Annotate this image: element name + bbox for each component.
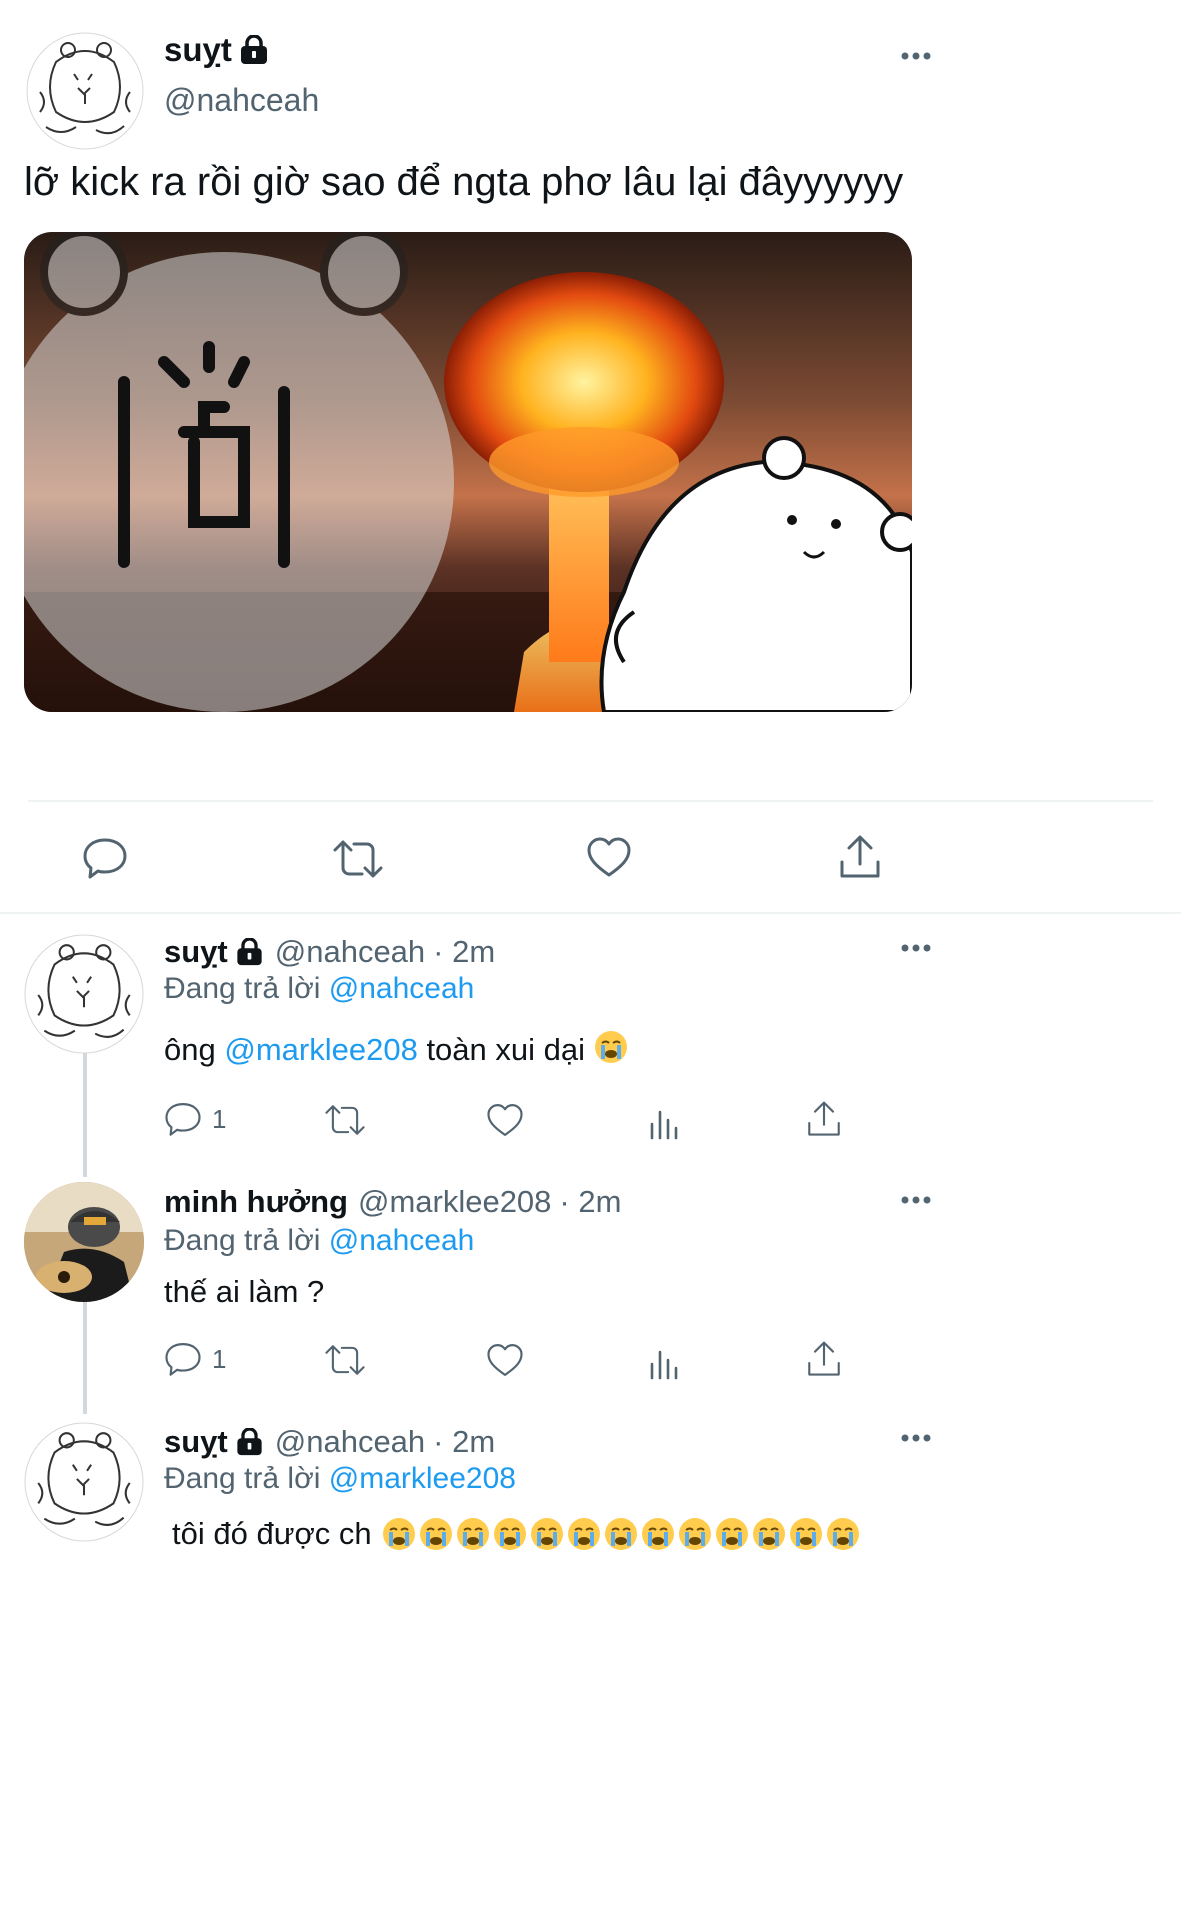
mention-link[interactable]: @marklee208 <box>224 1032 417 1067</box>
loudly-crying-face-icon <box>752 1517 786 1551</box>
replying-to-mention[interactable]: @nahceah <box>329 972 475 1005</box>
replying-to-label: Đang trả lời <box>164 1462 321 1495</box>
heart-icon[interactable] <box>486 1102 524 1138</box>
loudly-crying-face-icon <box>641 1517 675 1551</box>
analytics-icon[interactable] <box>648 1344 682 1380</box>
main-display-name[interactable]: suỵt <box>164 31 232 69</box>
replying-to-mention[interactable]: @marklee208 <box>329 1462 516 1495</box>
reply-avatar[interactable] <box>24 1182 144 1302</box>
replying-to-label: Đang trả lời <box>164 1224 321 1257</box>
loudly-crying-face-icon <box>530 1517 564 1551</box>
loudly-crying-face-icon <box>594 1030 630 1066</box>
lock-icon <box>236 938 263 966</box>
replying-to-mention[interactable]: @nahceah <box>329 1224 475 1257</box>
divider <box>28 800 1153 802</box>
reply-text: toàn xui dại <box>426 1032 585 1067</box>
reply-display-name[interactable]: minh hưởng <box>164 1184 348 1220</box>
loudly-crying-face-icon <box>382 1517 416 1551</box>
loudly-crying-face-icon <box>715 1517 749 1551</box>
retweet-icon[interactable] <box>324 1342 366 1378</box>
main-tweet-avatar[interactable] <box>26 32 144 150</box>
more-icon[interactable] <box>900 940 932 956</box>
loudly-crying-face-icon <box>456 1517 490 1551</box>
divider <box>0 912 1181 914</box>
lock-icon <box>236 1428 263 1456</box>
reply-timestamp[interactable]: · 2m <box>433 1424 495 1460</box>
reply-avatar[interactable] <box>24 1422 144 1542</box>
lock-icon <box>240 35 268 65</box>
reply-count: 1 <box>212 1103 227 1134</box>
loudly-crying-face-icon <box>826 1517 860 1551</box>
loudly-crying-face-icon <box>493 1517 527 1551</box>
loudly-crying-face-icon <box>419 1517 453 1551</box>
reply-handle[interactable]: @nahceah <box>275 1424 425 1460</box>
reply-display-name[interactable]: suỵt <box>164 934 228 970</box>
reply-avatar[interactable] <box>24 934 144 1054</box>
reply-count: 1 <box>212 1343 227 1374</box>
loudly-crying-face-icon <box>604 1517 638 1551</box>
share-icon[interactable] <box>806 1340 842 1378</box>
reply-handle[interactable]: @marklee208 <box>358 1184 551 1220</box>
reply-handle[interactable]: @nahceah <box>275 934 425 970</box>
loudly-crying-face-icon <box>678 1517 712 1551</box>
reply-timestamp[interactable]: · 2m <box>559 1184 621 1220</box>
heart-icon[interactable] <box>586 836 632 878</box>
tweet-image[interactable] <box>24 232 912 712</box>
loudly-crying-face-icon <box>567 1517 601 1551</box>
reply-display-name[interactable]: suỵt <box>164 1424 228 1460</box>
heart-icon[interactable] <box>486 1342 524 1378</box>
reply-text: ông <box>164 1032 216 1067</box>
retweet-icon[interactable] <box>324 1102 366 1138</box>
reply-icon[interactable] <box>164 1340 202 1378</box>
reply-text: thế ai làm ? <box>164 1274 325 1309</box>
reply-icon[interactable] <box>82 836 128 880</box>
more-icon[interactable] <box>900 1192 932 1208</box>
thread-line <box>83 1302 87 1414</box>
reply-text: tôi đó được ch <box>172 1516 372 1551</box>
reply-icon[interactable] <box>164 1100 202 1138</box>
more-icon[interactable] <box>900 1430 932 1446</box>
analytics-icon[interactable] <box>648 1104 682 1140</box>
replying-to-label: Đang trả lời <box>164 972 321 1005</box>
thread-line <box>83 1052 87 1177</box>
share-icon[interactable] <box>806 1100 842 1138</box>
main-handle[interactable]: @nahceah <box>164 82 319 119</box>
more-icon[interactable] <box>900 48 932 64</box>
reply-timestamp[interactable]: · 2m <box>433 934 495 970</box>
share-icon[interactable] <box>838 834 882 880</box>
main-tweet-text: lỡ kick ra rồi giờ sao để ngta phơ lâu l… <box>24 160 904 204</box>
loudly-crying-face-icon <box>789 1517 823 1551</box>
retweet-icon[interactable] <box>332 838 384 880</box>
